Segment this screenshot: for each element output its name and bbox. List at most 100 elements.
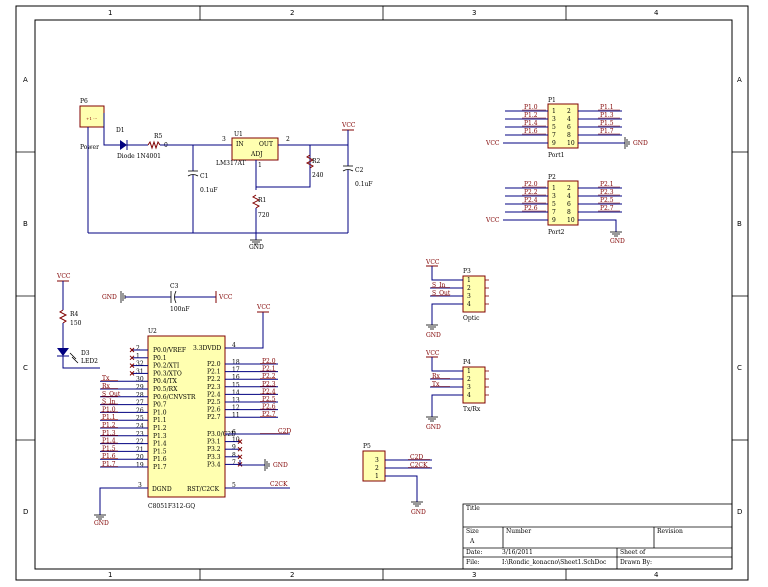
p1-gnd-label: GND	[633, 140, 648, 147]
p1-pin-right-num: 10	[567, 140, 575, 147]
u2-pin-num: 2	[136, 345, 140, 352]
p1-pin-right-num: 4	[567, 116, 571, 123]
u2-pin-num: 27	[136, 400, 144, 407]
u2-net-left: P1.7	[102, 461, 116, 468]
u2-pin-name-right: P2.7	[207, 414, 221, 421]
u2-pin-num: 28	[136, 392, 144, 399]
row-label-left-c: C	[23, 364, 28, 372]
u2-pin-num-right: 13	[232, 397, 240, 404]
p2-net-right: P2.7	[600, 205, 614, 212]
d1-ref: D1	[116, 127, 125, 134]
u2-pin-num: 23	[136, 431, 144, 438]
u2-pin-num-right: 12	[232, 405, 240, 412]
c3-vcc-label: VCC	[218, 294, 233, 301]
u2-pin-name: P1.5	[153, 448, 167, 455]
p2-pin-left-num: 3	[552, 193, 556, 200]
row-label-left-a: A	[23, 76, 28, 84]
p4-pin-num: 4	[467, 392, 471, 399]
col-label-bottom-3: 3	[472, 571, 476, 579]
led-section: VCC R4 150 D3 LED2	[56, 273, 100, 369]
p2-gnd-label: GND	[610, 238, 625, 245]
u2-net-right: P2.3	[262, 381, 276, 388]
p1-pin-left-num: 1	[552, 108, 556, 115]
p2-net-right: P2.5	[600, 197, 614, 204]
port-header-p2: P2 Port2 1 2 P2.0 P2.1 3 4 P2.2 P2.3 5 6 P2.4 P2.5 7…	[485, 174, 625, 245]
u1-pin3-num: 3	[222, 136, 226, 143]
vcc-label-power: VCC	[341, 122, 356, 129]
u2-pin-name-right: P3.1	[207, 439, 221, 446]
u2-pin-name: P1.2	[153, 425, 167, 432]
u2-pin-name: P0.2/XTI	[153, 363, 180, 370]
u1-ref: U1	[234, 131, 243, 138]
p1-pin-left-num: 7	[552, 132, 556, 139]
u2-pin-num: 19	[136, 462, 144, 469]
p4-name: Tx/Rx	[463, 406, 481, 413]
r5-ref: R5	[154, 133, 163, 140]
u2-pin-num: 30	[136, 376, 144, 383]
number-label: Number	[506, 528, 531, 535]
p5-pin-num: 3	[375, 457, 379, 464]
sheet-frame: 1 2 3 4 1 2 3 4 A B C D A B C D	[15, 5, 749, 581]
u2-pin-name: P0.5/RX	[153, 386, 178, 393]
p3-ref: P3	[463, 268, 471, 275]
u2-rst-net: C2CK	[270, 481, 288, 488]
p2-net-right: P2.3	[600, 189, 614, 196]
u2-pin-num-right: 14	[232, 389, 240, 396]
r2-ref: R2	[312, 158, 321, 165]
p4-net-label: Rx	[432, 373, 441, 380]
u2-pin-num: 20	[136, 454, 144, 461]
u2-pin-name: P1.0	[153, 409, 167, 416]
c2-value: 0.1uF	[355, 181, 373, 188]
r4-ref: R4	[70, 311, 79, 318]
p3-name: Optic	[463, 315, 480, 322]
u2-dgnd-name: DGND	[152, 486, 172, 493]
col-label-bottom-4: 4	[654, 571, 659, 579]
p4-net-label: Tx	[432, 381, 440, 388]
u2-pin-num-right: 9	[232, 444, 236, 451]
p5-pin-num: 1	[375, 473, 379, 480]
p1-pin-left-num: 3	[552, 116, 556, 123]
u2-net-right: P2.2	[262, 373, 276, 380]
d3-name: LED2	[81, 358, 98, 365]
u2-pin-name: P0.0/VREF	[153, 347, 186, 354]
p1-ref: P1	[548, 97, 556, 104]
c3-gnd-label: GND	[102, 294, 117, 301]
u2-net-left: P1.1	[102, 414, 116, 421]
u2-pin-num: 29	[136, 384, 144, 391]
u2-pin-num-right: 6	[232, 429, 236, 436]
row-label-left-d: D	[23, 508, 28, 516]
u2-pin-num-right: 15	[232, 382, 240, 389]
p2-pin-left-num: 1	[552, 185, 556, 192]
drawn-by-label: Drawn By:	[620, 559, 652, 566]
u2-pin-name: P0.6/CNVSTR	[153, 394, 196, 401]
resistor-r4	[58, 309, 68, 324]
u2-pin-num: 32	[136, 361, 144, 368]
p2-net-left: P2.6	[524, 205, 538, 212]
decoupling-c3: GND VCC C3 100nF	[102, 283, 233, 313]
u2-net-right: P2.6	[262, 404, 276, 411]
p2-net-left: P2.4	[524, 197, 538, 204]
u2-net-right: P2.1	[262, 366, 276, 373]
p2-pin-right-num: 6	[567, 201, 571, 208]
p3-vcc-label: VCC	[425, 259, 440, 266]
p3-pin-num: 4	[467, 301, 471, 308]
u2-pin-name-right: P2.6	[207, 407, 221, 414]
row-label-right-d: D	[737, 508, 742, 516]
p2-pin-left-num: 9	[552, 217, 556, 224]
u2-pin-num: 31	[136, 368, 144, 375]
p5-net-label: C2D	[410, 454, 423, 461]
u2-pin-name: P0.1	[153, 355, 167, 362]
p1-net-right: P1.1	[600, 104, 614, 111]
p1-pin-right-num: 2	[567, 108, 571, 115]
sheet-label: Sheet of	[620, 549, 646, 556]
c3-value: 100nF	[170, 306, 189, 313]
c1-value: 0.1uF	[200, 187, 218, 194]
u2-pin-name-right: P2.0	[207, 361, 221, 368]
title-label: Title	[466, 505, 480, 512]
p4-pin-num: 3	[467, 384, 471, 391]
p1-pin-right-num: 8	[567, 132, 571, 139]
u2-pin-num-right: 18	[232, 359, 240, 366]
c3-ref: C3	[170, 283, 179, 290]
power-supply-section: +1 ·-- P6 Power D1 Diode 1N4001 R5 0 C1 …	[79, 98, 373, 251]
u2-rst-name: RST/C2CK	[187, 486, 220, 493]
